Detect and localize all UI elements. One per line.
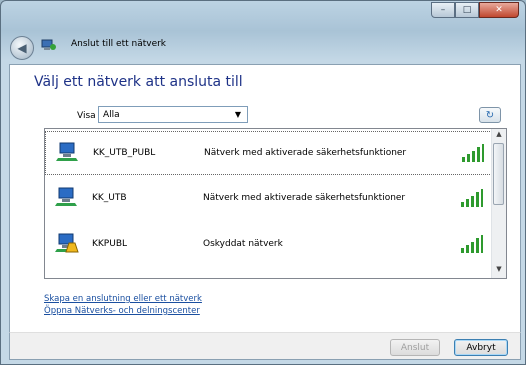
- filter-selected-value: Alla: [103, 109, 120, 120]
- chevron-down-icon: ▼: [234, 110, 241, 119]
- page-title: Välj ett nätverk att ansluta till: [34, 74, 243, 90]
- network-description: Nätverk med aktiverade säkerhetsfunktion…: [204, 148, 407, 158]
- create-connection-link[interactable]: Skapa en anslutning eller ett nätverk: [44, 293, 202, 305]
- network-row[interactable]: KKPUBL Oskyddat nätverk: [45, 223, 494, 267]
- secured-network-icon: [56, 142, 78, 161]
- filter-label: Visa: [77, 111, 96, 121]
- connect-button[interactable]: Anslut: [390, 339, 440, 356]
- scroll-up-button[interactable]: ▲: [492, 130, 506, 142]
- secured-network-icon: [55, 187, 77, 206]
- list-scrollbar[interactable]: ▲ ▼: [491, 129, 506, 278]
- signal-strength-icon: [462, 144, 484, 162]
- content-panel: Välj ett nätverk att ansluta till Visa A…: [9, 64, 521, 333]
- refresh-icon: ↻: [485, 109, 495, 121]
- network-center-link[interactable]: Öppna Nätverks- och delningscenter: [44, 305, 202, 317]
- signal-strength-icon: [461, 189, 483, 207]
- network-name: KK_UTB_PUBL: [93, 148, 156, 158]
- links-area: Skapa en anslutning eller ett nätverk Öp…: [44, 293, 202, 317]
- network-name: KK_UTB: [92, 193, 127, 203]
- caption-buttons: – □ ✕: [431, 2, 519, 18]
- network-description: Nätverk med aktiverade säkerhetsfunktion…: [203, 193, 406, 203]
- network-row-partial[interactable]: [45, 269, 494, 279]
- signal-strength-icon: [461, 235, 483, 253]
- window-title: Anslut till ett nätverk: [71, 39, 167, 49]
- unsecured-network-icon: [55, 233, 79, 253]
- network-wizard-icon: [41, 39, 56, 50]
- secured-network-icon: [55, 277, 79, 279]
- filter-dropdown[interactable]: Alla ▼: [98, 106, 248, 123]
- network-name: KKPUBL: [92, 239, 128, 249]
- maximize-button[interactable]: □: [455, 2, 479, 18]
- network-description: Oskyddat nätverk: [203, 239, 283, 249]
- dialog-window: – □ ✕ ◀ Anslut till ett nätverk Välj ett…: [0, 0, 526, 365]
- minimize-button[interactable]: –: [431, 2, 455, 18]
- back-arrow-icon: ◀: [17, 41, 27, 55]
- scroll-down-button[interactable]: ▼: [492, 265, 506, 277]
- scroll-thumb[interactable]: [493, 143, 504, 205]
- network-list[interactable]: KK_UTB_PUBL Nätverk med aktiverade säker…: [44, 128, 507, 279]
- back-button[interactable]: ◀: [10, 36, 34, 60]
- network-row[interactable]: KK_UTB_PUBL Nätverk med aktiverade säker…: [45, 131, 494, 175]
- close-button[interactable]: ✕: [479, 2, 519, 18]
- network-row[interactable]: KK_UTB Nätverk med aktiverade säkerhetsf…: [45, 177, 494, 221]
- button-bar: Anslut Avbryt: [9, 332, 521, 360]
- cancel-button[interactable]: Avbryt: [454, 339, 508, 356]
- refresh-button[interactable]: ↻: [479, 107, 501, 123]
